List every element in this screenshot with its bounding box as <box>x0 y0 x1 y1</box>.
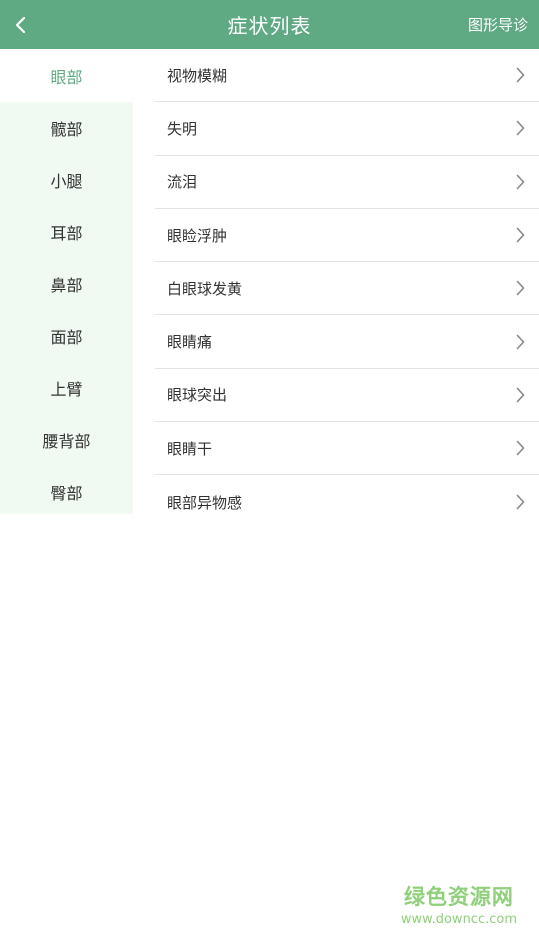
list-item-label: 视物模糊 <box>167 66 228 85</box>
body-part-sidebar: 眼部 髋部 小腿 耳部 鼻部 面部 上臂 腰背部 臀部 <box>0 49 133 514</box>
sidebar-item-calf[interactable]: 小腿 <box>0 154 133 206</box>
list-item-label: 眼睛干 <box>167 439 213 458</box>
list-item-label: 失明 <box>167 119 198 138</box>
list-item[interactable]: 眼睛干 <box>155 422 539 476</box>
sidebar-item-eye[interactable]: 眼部 <box>0 49 133 102</box>
list-item[interactable]: 白眼球发黄 <box>155 262 539 316</box>
list-item[interactable]: 视物模糊 <box>155 49 539 103</box>
graph-diagnosis-button[interactable]: 图形导诊 <box>468 0 528 49</box>
list-item-label: 眼睑浮肿 <box>167 226 228 245</box>
list-item-label: 白眼球发黄 <box>167 279 243 298</box>
sidebar-item-buttocks[interactable]: 臀部 <box>0 466 133 518</box>
chevron-right-icon <box>516 281 525 296</box>
sidebar-item-face[interactable]: 面部 <box>0 310 133 362</box>
list-item[interactable]: 眼睑浮肿 <box>155 209 539 263</box>
sidebar-item-ear[interactable]: 耳部 <box>0 206 133 258</box>
page-title: 症状列表 <box>227 14 312 38</box>
list-item[interactable]: 眼部异物感 <box>155 475 539 528</box>
symptom-list: 视物模糊 失明 流泪 眼睑浮肿 白眼球发黄 眼睛痛 眼球突出 眼睛干 眼部异物感 <box>155 49 539 529</box>
sidebar-item-upper-arm[interactable]: 上臂 <box>0 362 133 414</box>
sidebar-item-lower-back[interactable]: 腰背部 <box>0 414 133 466</box>
chevron-right-icon <box>516 67 525 83</box>
sidebar-item-hip[interactable]: 髋部 <box>0 102 133 154</box>
chevron-right-icon <box>516 387 525 403</box>
watermark-url: www.downcc.com <box>400 912 517 927</box>
header-bar: 症状列表 图形导诊 <box>0 0 539 49</box>
list-item-label: 流泪 <box>167 173 198 192</box>
sidebar-item-nose[interactable]: 鼻部 <box>0 258 133 310</box>
chevron-right-icon <box>516 227 525 243</box>
list-item[interactable]: 流泪 <box>155 156 539 209</box>
symptom-list-screen: 症状列表 图形导诊 眼部 髋部 小腿 耳部 鼻部 面部 上臂 腰背部 臀部 视物… <box>0 0 539 938</box>
chevron-right-icon <box>516 174 525 190</box>
list-item-label: 眼睛痛 <box>167 333 213 352</box>
watermark-name: 绿色资源网 <box>403 885 514 909</box>
chevron-right-icon <box>516 334 525 349</box>
chevron-right-icon <box>516 440 525 456</box>
list-item[interactable]: 眼球突出 <box>155 369 539 423</box>
chevron-right-icon <box>516 121 525 136</box>
list-item-label: 眼球突出 <box>167 386 228 405</box>
list-item[interactable]: 眼睛痛 <box>155 315 539 369</box>
chevron-right-icon <box>516 494 525 510</box>
list-item-label: 眼部异物感 <box>167 493 243 512</box>
list-item[interactable]: 失明 <box>155 102 539 156</box>
watermark: 绿色资源网 www.downcc.com <box>401 881 517 927</box>
